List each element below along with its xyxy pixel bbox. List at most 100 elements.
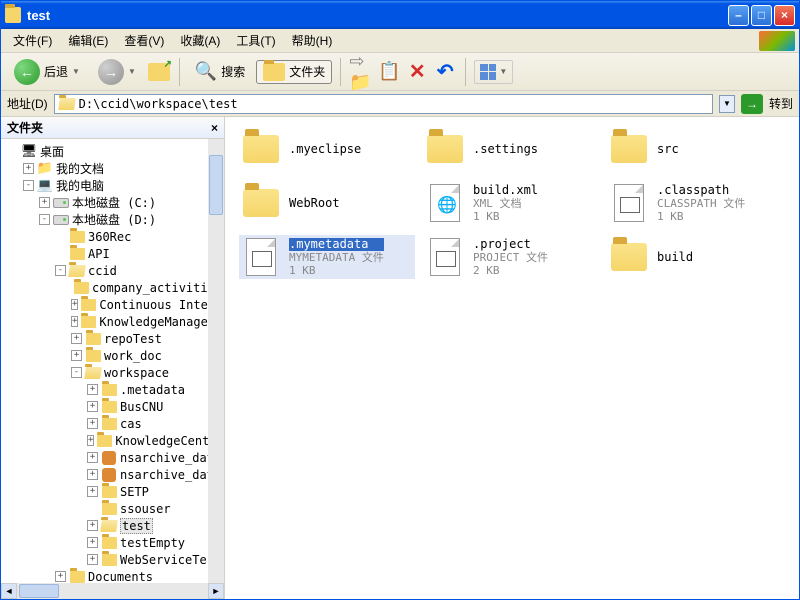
delete-button[interactable]: ✕ (405, 60, 429, 84)
file-item[interactable]: build.xmlXML 文档1 KB (423, 181, 599, 225)
folder-icon (74, 280, 89, 296)
folders-button[interactable]: 文件夹 (256, 60, 332, 84)
tree-node[interactable]: +repoTest (3, 330, 222, 347)
tree-node[interactable]: +Continuous Integra (3, 296, 222, 313)
tree-node[interactable]: 360Rec (3, 228, 222, 245)
tree-node[interactable]: -ccid (3, 262, 222, 279)
folder-icon (425, 129, 465, 169)
expand-icon[interactable]: + (23, 163, 34, 174)
collapse-icon[interactable]: - (71, 367, 82, 378)
tree-node[interactable]: ssouser (3, 500, 222, 517)
collapse-icon[interactable]: - (23, 180, 34, 191)
titlebar[interactable]: test – □ × (1, 1, 799, 29)
expand-icon[interactable]: + (87, 418, 98, 429)
tree-node[interactable]: +WebServiceTest (3, 551, 222, 568)
tree-node[interactable]: -workspace (3, 364, 222, 381)
address-input[interactable]: D:\ccid\workspace\test (54, 94, 713, 114)
expand-icon[interactable]: + (71, 333, 82, 344)
address-dropdown[interactable]: ▼ (719, 95, 735, 113)
chevron-down-icon[interactable]: ▼ (499, 67, 507, 76)
expand-icon[interactable]: + (87, 537, 98, 548)
file-item[interactable]: .projectPROJECT 文件2 KB (423, 235, 599, 279)
tree-node[interactable]: +KnowledgeManageSys (3, 313, 222, 330)
scroll-left-button[interactable]: ◄ (1, 583, 17, 599)
close-button[interactable]: × (774, 5, 795, 26)
tree-node[interactable]: company_activities (3, 279, 222, 296)
back-button[interactable]: ← 后退 ▼ (7, 56, 87, 88)
tree-node[interactable]: 🖥桌面 (3, 143, 222, 160)
address-path: D:\ccid\workspace\test (79, 97, 238, 111)
tree-node-label: company_activities (92, 281, 222, 295)
collapse-icon[interactable]: - (55, 265, 66, 276)
menu-favorites[interactable]: 收藏(A) (172, 29, 228, 52)
chevron-down-icon[interactable]: ▼ (72, 67, 80, 76)
file-icon (241, 237, 281, 277)
expand-icon[interactable]: + (87, 401, 98, 412)
forward-button[interactable]: → ▼ (91, 56, 143, 88)
horizontal-scrollbar[interactable]: ◄ ► (1, 583, 224, 599)
view-mode-button[interactable]: ▼ (474, 60, 513, 84)
tree-node[interactable]: +.metadata (3, 381, 222, 398)
expand-icon[interactable]: + (87, 469, 98, 480)
tree-node[interactable]: +testEmpty (3, 534, 222, 551)
maximize-button[interactable]: □ (751, 5, 772, 26)
folder-item[interactable]: .settings (423, 127, 599, 171)
expand-icon[interactable]: + (87, 520, 98, 531)
tree-node[interactable]: +nsarchive_data (3, 466, 222, 483)
file-item[interactable]: .mymetadataMYMETADATA 文件1 KB (239, 235, 415, 279)
tree-node[interactable]: +cas (3, 415, 222, 432)
tree-node[interactable]: API (3, 245, 222, 262)
file-item[interactable]: .classpathCLASSPATH 文件1 KB (607, 181, 783, 225)
tree-node[interactable]: +Documents (3, 568, 222, 583)
tree-node[interactable]: -💻我的电脑 (3, 177, 222, 194)
expand-icon[interactable]: + (87, 554, 98, 565)
content-pane[interactable]: .myeclipse.settingssrc WebRootbuild.xmlXM… (225, 117, 799, 599)
tree-node[interactable]: +📁我的文档 (3, 160, 222, 177)
menu-edit[interactable]: 编辑(E) (60, 29, 116, 52)
folder-icon (241, 129, 281, 169)
scroll-right-button[interactable]: ► (208, 583, 224, 599)
tree-node[interactable]: +test (3, 517, 222, 534)
tree-node[interactable]: +SETP (3, 483, 222, 500)
folder-item[interactable]: build (607, 235, 783, 279)
vertical-scrollbar[interactable] (208, 139, 224, 583)
folder-tree[interactable]: 🖥桌面+📁我的文档-💻我的电脑+本地磁盘 (C:)-本地磁盘 (D:)360Re… (1, 139, 224, 583)
menu-tools[interactable]: 工具(T) (228, 29, 283, 52)
expand-icon[interactable]: + (87, 452, 98, 463)
tree-node[interactable]: -本地磁盘 (D:) (3, 211, 222, 228)
go-button[interactable]: → (741, 94, 763, 114)
search-button[interactable]: 🔍 搜索 (188, 58, 252, 85)
menu-view[interactable]: 查看(V) (116, 29, 172, 52)
copy-to-button[interactable]: 📋 (377, 60, 401, 84)
folder-item[interactable]: .myeclipse (239, 127, 415, 171)
expand-icon[interactable]: + (55, 571, 66, 582)
minimize-button[interactable]: – (728, 5, 749, 26)
expand-icon[interactable]: + (39, 197, 50, 208)
folder-icon (69, 569, 85, 584)
expand-icon[interactable]: + (71, 299, 78, 310)
folder-item[interactable]: WebRoot (239, 181, 415, 225)
scroll-thumb[interactable] (19, 584, 59, 598)
expand-icon[interactable]: + (87, 435, 94, 446)
sidebar-close-button[interactable]: × (211, 121, 218, 135)
undo-button[interactable]: ↶ (433, 60, 457, 84)
chevron-down-icon[interactable]: ▼ (128, 67, 136, 76)
separator (340, 58, 341, 86)
up-folder-button[interactable] (147, 60, 171, 84)
tree-node[interactable]: +KnowledgeCenter (3, 432, 222, 449)
menu-file[interactable]: 文件(F) (5, 29, 60, 52)
expand-icon[interactable]: + (87, 486, 98, 497)
tree-node[interactable]: +work_doc (3, 347, 222, 364)
menu-help[interactable]: 帮助(H) (284, 29, 341, 52)
folder-item[interactable]: src (607, 127, 783, 171)
file-type: CLASSPATH 文件 (657, 197, 745, 210)
tree-node[interactable]: +本地磁盘 (C:) (3, 194, 222, 211)
expand-icon[interactable]: + (71, 316, 78, 327)
move-to-button[interactable]: ⇨📁 (349, 60, 373, 84)
expand-icon[interactable]: + (71, 350, 82, 361)
folder-open-icon (69, 263, 85, 279)
tree-node[interactable]: +BusCNU (3, 398, 222, 415)
expand-icon[interactable]: + (87, 384, 98, 395)
collapse-icon[interactable]: - (39, 214, 50, 225)
tree-node[interactable]: +nsarchive_data (3, 449, 222, 466)
